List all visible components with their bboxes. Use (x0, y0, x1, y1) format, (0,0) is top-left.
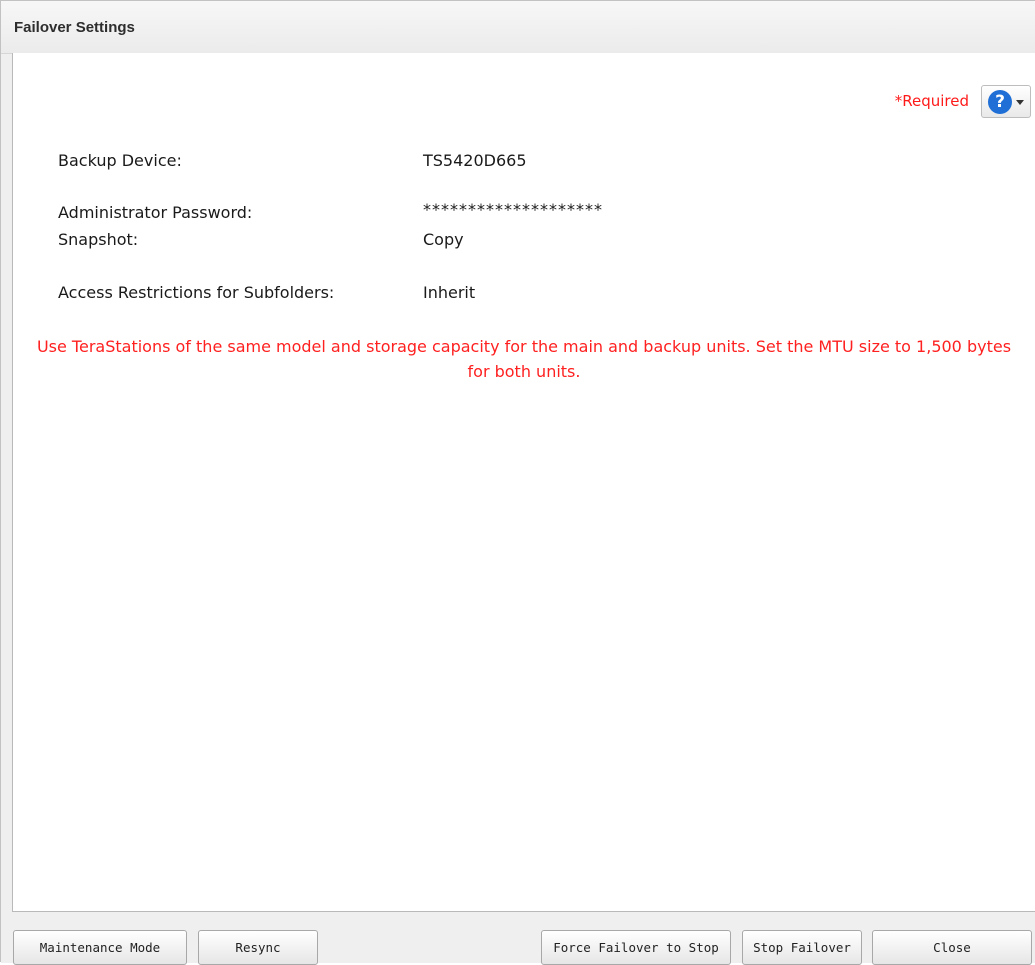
field-label: Snapshot: (58, 230, 139, 249)
field-label: Access Restrictions for Subfolders: (58, 283, 335, 302)
field-label: Backup Device: (58, 151, 182, 170)
help-question-icon: ? (988, 90, 1012, 114)
chevron-down-icon (1016, 100, 1024, 105)
field-value: Inherit (423, 283, 476, 302)
required-indicator: *Required (894, 92, 969, 110)
resync-button[interactable]: Resync (198, 930, 318, 965)
field-value: ******************** (423, 200, 603, 219)
dialog-title: Failover Settings (14, 19, 135, 36)
field-value: TS5420D665 (423, 151, 527, 170)
compatibility-notice: Use TeraStations of the same model and s… (36, 337, 1012, 381)
field-label: Administrator Password: (58, 203, 253, 222)
dialog-footer: Maintenance Mode Resync Force Failover t… (1, 912, 1035, 965)
field-value: Copy (423, 230, 464, 249)
stop-failover-button[interactable]: Stop Failover (742, 930, 862, 965)
close-button[interactable]: Close (872, 930, 1032, 965)
maintenance-mode-button[interactable]: Maintenance Mode (13, 930, 187, 965)
failover-settings-dialog: Failover Settings *Required ? Backup Dev… (0, 0, 1035, 965)
dialog-content: *Required ? Backup Device: TS5420D665 Ad… (12, 53, 1035, 912)
help-dropdown-button[interactable]: ? (981, 85, 1031, 118)
force-failover-to-stop-button[interactable]: Force Failover to Stop (541, 930, 731, 965)
dialog-titlebar: Failover Settings (1, 1, 1035, 54)
